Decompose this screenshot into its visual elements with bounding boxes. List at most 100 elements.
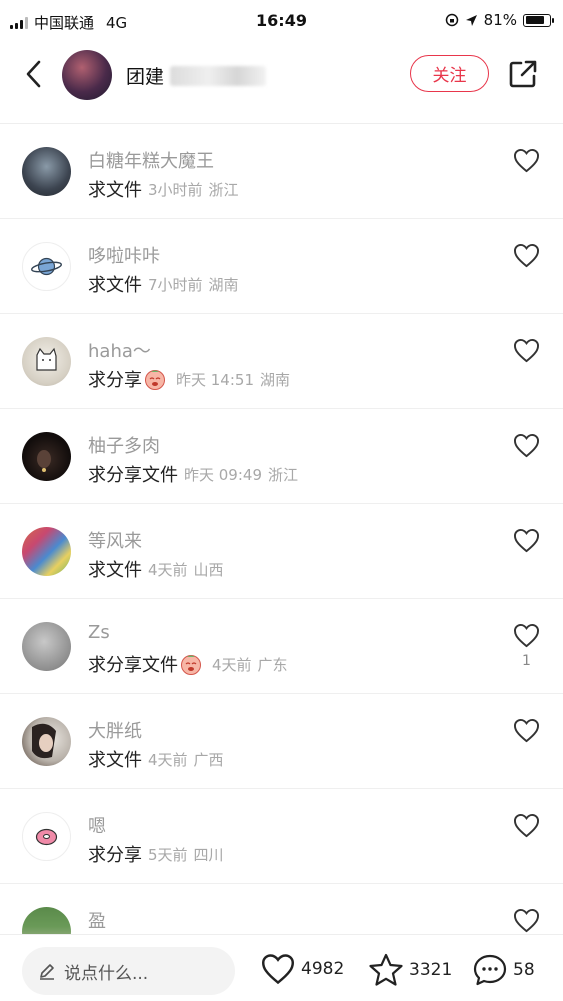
- user-avatar[interactable]: [22, 147, 71, 196]
- comment-text: 求分享文件: [88, 655, 178, 676]
- cat-doodle-icon: [36, 347, 57, 371]
- share-out-icon[interactable]: [507, 58, 539, 90]
- comment-location: 四川: [193, 845, 224, 864]
- heart-icon[interactable]: [513, 243, 540, 268]
- comment-username[interactable]: 大胖纸: [88, 717, 142, 743]
- comment-text: 求文件: [88, 560, 142, 581]
- comment-item[interactable]: 嗯 求分享 5天前 四川: [0, 789, 563, 884]
- comment-time: 昨天 09:49: [184, 465, 262, 484]
- user-avatar[interactable]: [22, 717, 71, 766]
- comment-location: 广东: [257, 655, 288, 674]
- author-name-text: 团建: [126, 66, 165, 88]
- header: 团建 关注: [0, 44, 563, 124]
- comment-text: 求分享: [88, 370, 142, 391]
- comment-content: 求文件 4天前 山西: [88, 556, 224, 582]
- comment-item[interactable]: 等风来 求文件 4天前 山西: [0, 504, 563, 599]
- like-count: 4982: [301, 959, 345, 979]
- status-bar: 中国联通 4G 16:49 81%: [0, 0, 563, 44]
- author-avatar[interactable]: [62, 50, 112, 100]
- comment-time: 3小时前: [148, 180, 203, 199]
- heart-icon[interactable]: [513, 148, 540, 173]
- comment-time: 4天前: [212, 655, 252, 674]
- comment-text: 求分享: [88, 845, 142, 866]
- face-photo-icon: [37, 450, 51, 472]
- lock-rotation-icon: [445, 13, 458, 27]
- comment-count: 58: [513, 960, 535, 980]
- heart-icon[interactable]: [513, 338, 540, 363]
- comment-username[interactable]: 等风来: [88, 527, 142, 553]
- comment-content: 求分享 5天前 四川: [88, 841, 224, 867]
- comment-location: 广西: [193, 750, 224, 769]
- user-avatar[interactable]: [22, 527, 71, 576]
- heart-icon[interactable]: [513, 718, 540, 743]
- comment-time: 昨天 14:51: [176, 370, 254, 389]
- heart-icon[interactable]: [513, 813, 540, 838]
- status-right: 81%: [445, 11, 554, 29]
- comment-content: 求文件 4天前 广西: [88, 746, 224, 772]
- comment-input[interactable]: 说点什么...: [22, 947, 235, 995]
- comment-item[interactable]: Zs 求分享文件 4天前 广东 1: [0, 599, 563, 694]
- author-name-redacted: [170, 65, 267, 86]
- comment-username[interactable]: Zs: [88, 622, 110, 643]
- star-icon: [369, 953, 403, 986]
- comment-username[interactable]: 嗯: [88, 812, 106, 838]
- heart-icon: [261, 954, 295, 985]
- crying-face-emoji-icon: [181, 655, 201, 675]
- comment-username[interactable]: 哆啦咔咔: [88, 242, 160, 268]
- comment-item[interactable]: haha～ 求分享 昨天 14:51 湖南: [0, 314, 563, 409]
- battery-percent: 81%: [483, 11, 517, 29]
- bottom-bar: 说点什么... 4982 3321 58: [0, 934, 563, 1001]
- comment-time: 7小时前: [148, 275, 203, 294]
- comment-item[interactable]: 大胖纸 求文件 4天前 广西: [0, 694, 563, 789]
- user-avatar[interactable]: [22, 242, 71, 291]
- comment-username[interactable]: haha～: [88, 337, 151, 363]
- comment-time: 4天前: [148, 750, 188, 769]
- comment-location: 浙江: [268, 465, 299, 484]
- back-button[interactable]: [18, 58, 48, 90]
- user-avatar[interactable]: [22, 432, 71, 481]
- heart-icon[interactable]: [513, 623, 540, 648]
- comment-bubble-icon: [473, 954, 507, 986]
- planet-icon: [31, 257, 62, 276]
- comment-input-placeholder: 说点什么...: [64, 963, 149, 984]
- favorite-stat[interactable]: 3321: [368, 953, 452, 987]
- comment-location: 山西: [193, 560, 224, 579]
- comment-username[interactable]: 柚子多肉: [88, 432, 160, 458]
- comment-text: 求文件: [88, 750, 142, 771]
- comment-location: 湖南: [208, 275, 239, 294]
- comment-stat[interactable]: 58: [472, 953, 535, 987]
- donut-icon: [35, 828, 58, 846]
- comment-text: 求文件: [88, 180, 142, 201]
- user-avatar[interactable]: [22, 337, 71, 386]
- comment-item[interactable]: 白糖年糕大魔王 求文件 3小时前 浙江: [0, 124, 563, 219]
- comment-username[interactable]: 盈: [88, 907, 106, 933]
- user-avatar[interactable]: [22, 622, 71, 671]
- follow-button[interactable]: 关注: [410, 55, 489, 92]
- pencil-icon: [40, 964, 54, 980]
- comment-text: 求分享文件: [88, 465, 178, 486]
- comment-item[interactable]: 柚子多肉 求分享文件 昨天 09:49 浙江: [0, 409, 563, 504]
- comment-list: 白糖年糕大魔王 求文件 3小时前 浙江 哆啦咔咔 求文件 7小时前 湖南 hah…: [0, 124, 563, 979]
- comment-content: 求分享文件 4天前 广东: [88, 651, 288, 677]
- like-count: 1: [522, 653, 531, 669]
- back-arrow-icon: [26, 60, 41, 88]
- crying-face-emoji-icon: [145, 370, 165, 390]
- like-stat[interactable]: 4982: [260, 953, 344, 985]
- favorite-count: 3321: [409, 960, 453, 980]
- author-name[interactable]: 团建: [126, 62, 267, 89]
- heart-icon[interactable]: [513, 908, 540, 933]
- comment-time: 4天前: [148, 560, 188, 579]
- location-arrow-icon: [465, 14, 477, 26]
- battery-icon: [523, 13, 554, 27]
- heart-icon[interactable]: [513, 528, 540, 553]
- comment-content: 求分享 昨天 14:51 湖南: [88, 366, 290, 392]
- battery-fill: [525, 16, 545, 24]
- portrait-photo-icon: [32, 723, 56, 759]
- user-avatar[interactable]: [22, 812, 71, 861]
- comment-location: 湖南: [260, 370, 291, 389]
- heart-icon[interactable]: [513, 433, 540, 458]
- comment-text: 求文件: [88, 275, 142, 296]
- comment-username[interactable]: 白糖年糕大魔王: [88, 147, 214, 173]
- comment-item[interactable]: 哆啦咔咔 求文件 7小时前 湖南: [0, 219, 563, 314]
- comment-location: 浙江: [208, 180, 239, 199]
